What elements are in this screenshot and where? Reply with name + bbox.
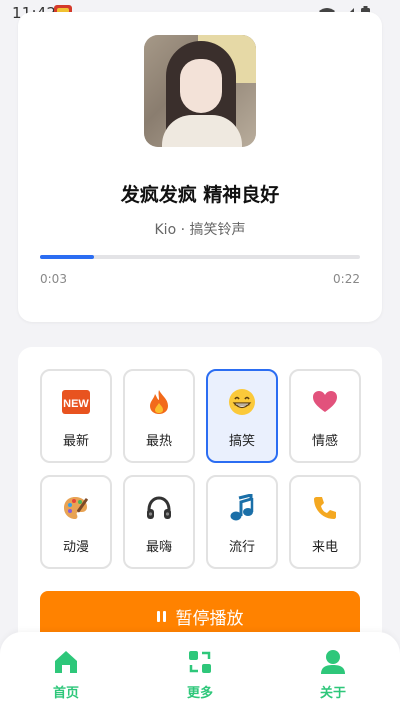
category-anime[interactable]: 动漫 xyxy=(40,475,112,569)
category-grid: NEW 最新 最热 搞笑 情感 动漫 最嗨 流行 来电 xyxy=(40,369,361,569)
svg-text:NEW: NEW xyxy=(63,398,89,410)
progress-bar[interactable] xyxy=(40,255,360,259)
new-badge-icon: NEW xyxy=(61,387,91,417)
tab-label: 首页 xyxy=(52,686,79,701)
category-label: 来电 xyxy=(311,540,338,555)
current-time: 0:03 xyxy=(40,272,67,286)
grinning-face-icon xyxy=(227,387,257,417)
song-artist: Kio · 搞笑铃声 xyxy=(154,222,246,238)
home-icon xyxy=(52,648,80,676)
headphones-icon xyxy=(144,493,174,523)
category-card: NEW 最新 最热 搞笑 情感 动漫 最嗨 流行 来电 暂停播放 xyxy=(18,347,382,667)
category-label: 最热 xyxy=(145,434,172,449)
category-pop[interactable]: 流行 xyxy=(206,475,278,569)
tab-label: 更多 xyxy=(186,686,213,701)
category-emotion[interactable]: 情感 xyxy=(289,369,361,463)
progress-fill xyxy=(40,255,95,259)
category-funny[interactable]: 搞笑 xyxy=(206,369,278,463)
category-hype[interactable]: 最嗨 xyxy=(123,475,195,569)
category-label: 流行 xyxy=(228,540,255,555)
song-title: 发疯发疯 精神良好 xyxy=(120,184,280,206)
player-card: 发疯发疯 精神良好 Kio · 搞笑铃声 0:03 0:22 xyxy=(18,12,382,322)
bottom-tab-bar: 首页 更多 关于 xyxy=(0,632,400,711)
tab-home[interactable]: 首页 xyxy=(26,646,106,702)
category-label: 动漫 xyxy=(62,540,89,555)
category-label: 最新 xyxy=(62,434,89,449)
category-hottest[interactable]: 最热 xyxy=(123,369,195,463)
tab-more[interactable]: 更多 xyxy=(160,646,240,702)
album-cover xyxy=(144,35,256,147)
user-icon xyxy=(319,648,347,676)
music-note-icon xyxy=(227,493,257,523)
category-label: 情感 xyxy=(311,434,338,449)
tab-label: 关于 xyxy=(319,686,346,701)
category-latest[interactable]: NEW 最新 xyxy=(40,369,112,463)
fire-icon xyxy=(144,387,174,417)
category-ringtone[interactable]: 来电 xyxy=(289,475,361,569)
category-label: 搞笑 xyxy=(228,434,255,449)
category-label: 最嗨 xyxy=(145,540,172,555)
pause-icon xyxy=(156,610,166,622)
palette-icon xyxy=(61,493,91,523)
phone-icon xyxy=(310,493,340,523)
heart-icon xyxy=(310,387,340,417)
pause-button-label: 暂停播放 xyxy=(175,608,244,629)
total-time: 0:22 xyxy=(333,272,360,286)
tab-about[interactable]: 关于 xyxy=(293,646,373,702)
refresh-icon xyxy=(186,648,214,676)
